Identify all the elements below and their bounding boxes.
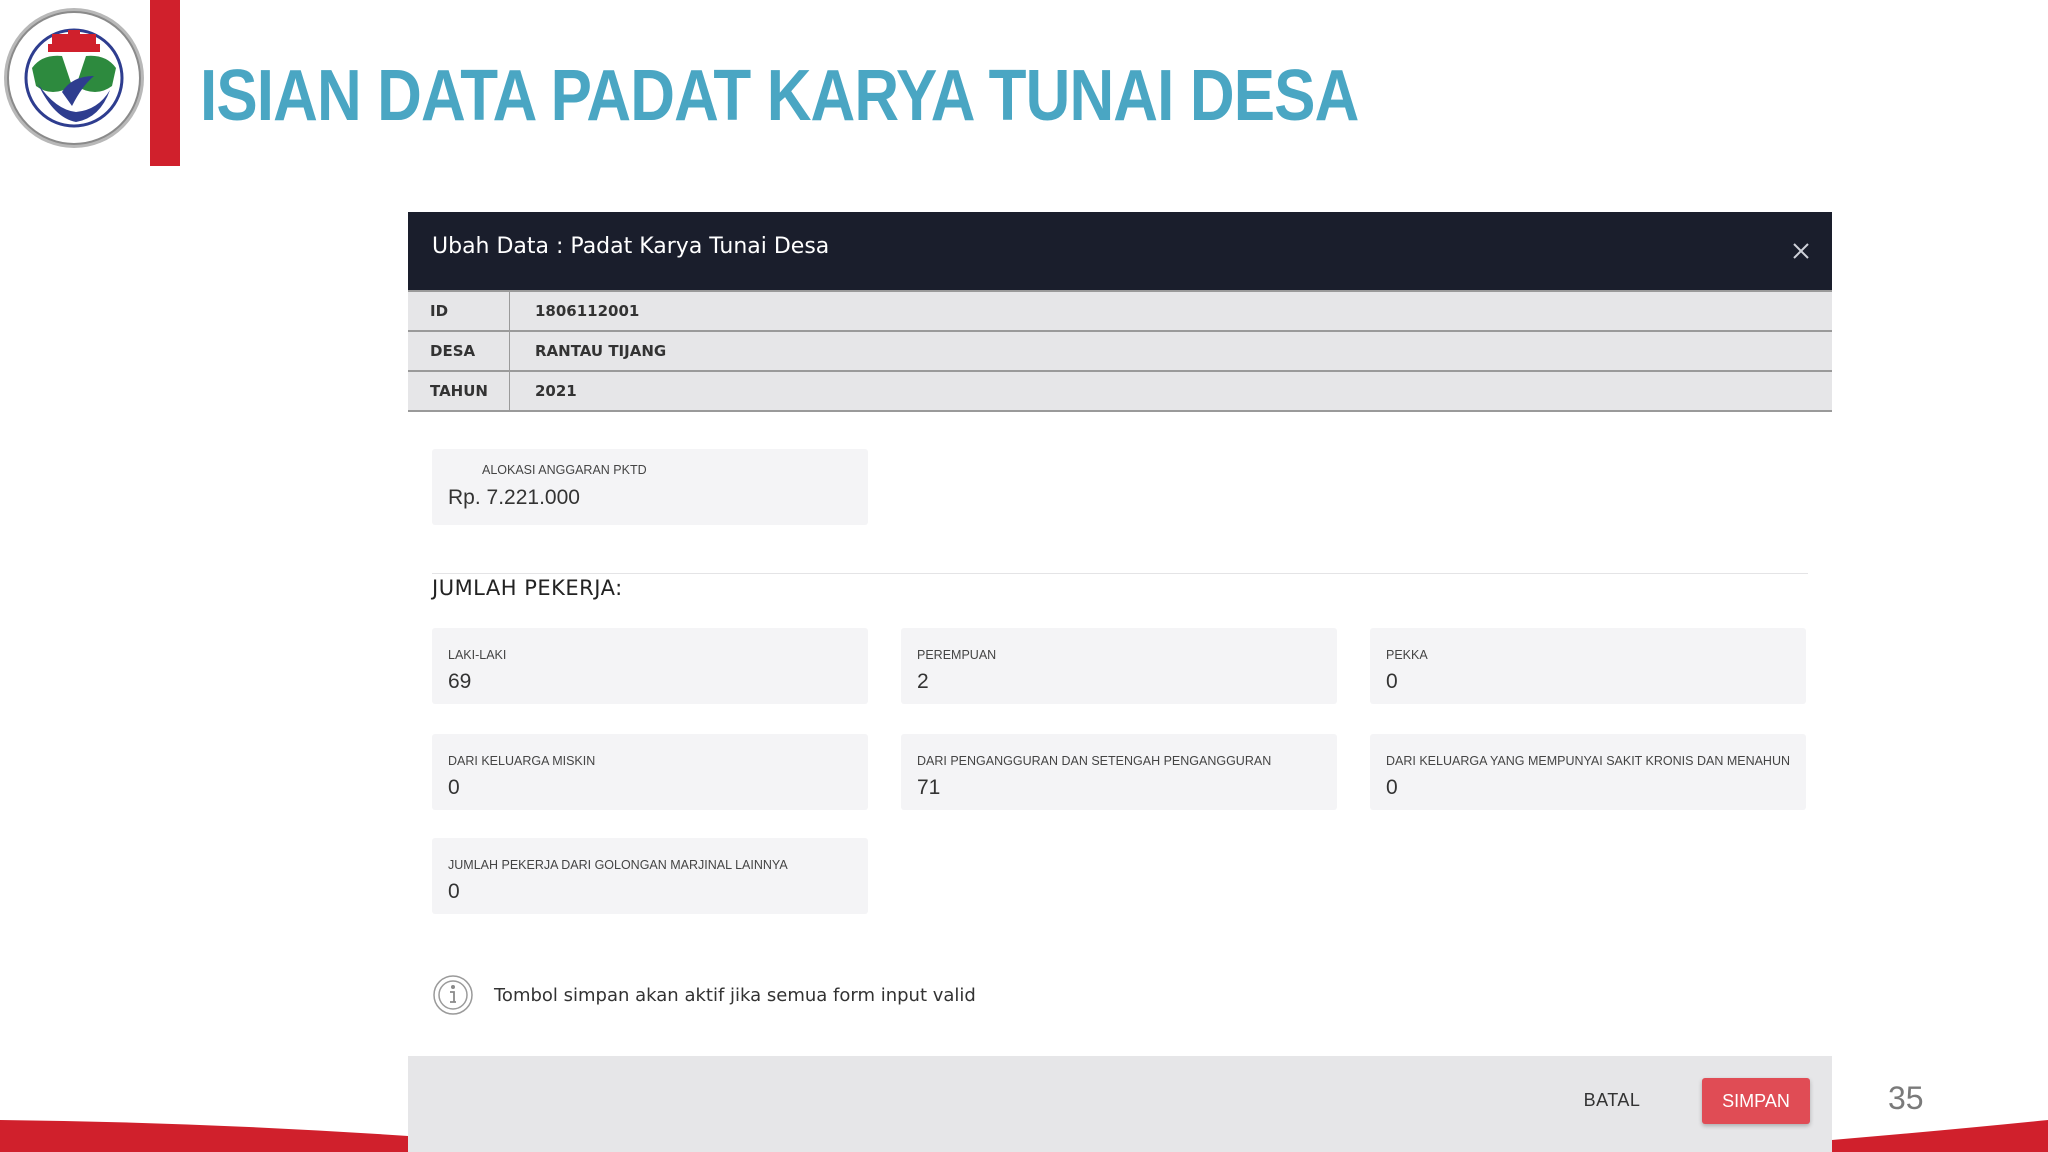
header-red-bar [150, 0, 180, 166]
keluarga-miskin-field[interactable]: DARI KELUARGA MISKIN 0 [432, 734, 868, 810]
field-label: DARI KELUARGA YANG MEMPUNYAI SAKIT KRONI… [1386, 754, 1791, 768]
page-number: 35 [1888, 1080, 1924, 1116]
info-key: ID [408, 292, 510, 330]
pekka-field[interactable]: PEKKA 0 [1370, 628, 1806, 704]
bottom-red-wave [0, 1120, 2048, 1152]
field-label: DARI KELUARGA MISKIN [448, 754, 596, 768]
section-title: JUMLAH PEKERJA: [432, 576, 623, 600]
sakit-kronis-field[interactable]: DARI KELUARGA YANG MEMPUNYAI SAKIT KRONI… [1370, 734, 1806, 810]
pengangguran-field[interactable]: DARI PENGANGGURAN DAN SETENGAH PENGANGGU… [901, 734, 1337, 810]
info-key: TAHUN [408, 372, 510, 410]
info-row-tahun: TAHUN 2021 [408, 372, 1832, 412]
field-value: 71 [917, 776, 941, 799]
info-value: 1806112001 [535, 302, 640, 320]
field-label: ALOKASI ANGGARAN PKTD [482, 463, 647, 477]
slide-title: ISIAN DATA PADAT KARYA TUNAI DESA [200, 56, 1359, 136]
info-table: ID 1806112001 DESA RANTAU TIJANG TAHUN 2… [408, 290, 1832, 412]
alokasi-field[interactable]: ALOKASI ANGGARAN PKTD Rp. 7.221.000 [432, 449, 868, 525]
marjinal-lainnya-field[interactable]: JUMLAH PEKERJA DARI GOLONGAN MARJINAL LA… [432, 838, 868, 914]
field-label: PEREMPUAN [917, 648, 997, 662]
perempuan-field[interactable]: PEREMPUAN 2 [901, 628, 1337, 704]
field-value: 0 [1386, 776, 1398, 799]
info-value: RANTAU TIJANG [535, 342, 667, 360]
field-value: 2 [917, 670, 929, 693]
info-value: 2021 [535, 382, 577, 400]
laki-laki-field[interactable]: LAKI-LAKI 69 [432, 628, 868, 704]
info-note: Tombol simpan akan aktif jika semua form… [432, 974, 976, 1016]
close-icon[interactable] [1788, 238, 1814, 264]
info-note-text: Tombol simpan akan aktif jika semua form… [494, 984, 976, 1006]
info-row-id: ID 1806112001 [408, 292, 1832, 332]
field-value: 69 [448, 670, 472, 693]
info-icon [433, 975, 473, 1015]
field-value: 0 [1386, 670, 1398, 693]
info-row-desa: DESA RANTAU TIJANG [408, 332, 1832, 372]
info-key: DESA [408, 332, 510, 370]
edit-modal: Ubah Data : Padat Karya Tunai Desa ID 18… [408, 212, 1832, 1152]
modal-title: Ubah Data : Padat Karya Tunai Desa [432, 234, 830, 259]
field-value: Rp. 7.221.000 [448, 486, 580, 509]
field-label: JUMLAH PEKERJA DARI GOLONGAN MARJINAL LA… [448, 858, 788, 872]
field-label: DARI PENGANGGURAN DAN SETENGAH PENGANGGU… [917, 754, 1272, 768]
field-label: LAKI-LAKI [448, 648, 507, 662]
section-divider [432, 573, 1808, 574]
field-label: PEKKA [1386, 648, 1428, 662]
field-value: 0 [448, 880, 460, 903]
ministry-logo [4, 8, 144, 148]
modal-header: Ubah Data : Padat Karya Tunai Desa [408, 212, 1832, 290]
field-value: 0 [448, 776, 460, 799]
